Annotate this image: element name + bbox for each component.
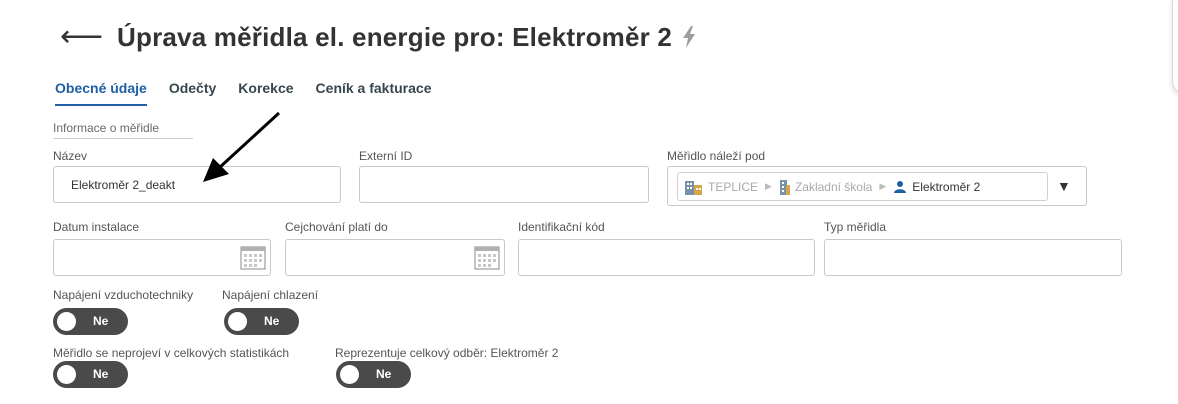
toggle-state: Ne <box>93 367 109 381</box>
cejchovani-input[interactable] <box>285 239 505 276</box>
tab-bar: Obecné údaje Odečty Korekce Ceník a fakt… <box>55 80 432 106</box>
toggle-knob <box>57 365 76 384</box>
napajeni-vzduchotechniky-toggle[interactable]: Ne <box>53 308 128 335</box>
nazev-value: Elektroměr 2_deakt <box>71 177 176 192</box>
breadcrumb-item-elektromer: Elektroměr 2 <box>912 179 981 194</box>
breadcrumb: TEPLICE ▶ Zakladní škola ▶ Elektroměr 2 <box>677 172 1048 201</box>
tab-cenik-fakturace[interactable]: Ceník a fakturace <box>316 80 432 106</box>
section-title: Informace o měřidle <box>53 121 193 139</box>
breadcrumb-item-teplice: TEPLICE <box>708 179 759 194</box>
napajeni-chlazeni-toggle[interactable]: Ne <box>224 308 299 335</box>
calendar-icon[interactable] <box>240 246 266 273</box>
napajeni-chlazeni-label: Napájení chlazení <box>222 288 319 302</box>
tab-odecty[interactable]: Odečty <box>169 80 216 106</box>
napajeni-vzduchotechniky-label: Napájení vzduchotechniky <box>53 288 194 302</box>
page-title: Úprava měřidla el. energie pro: Elektrom… <box>117 21 673 52</box>
annotation-arrow-icon <box>203 111 281 182</box>
neprojevi-statistiky-label: Měřidlo se neprojeví v celkových statist… <box>53 346 290 360</box>
identifikacni-kod-input[interactable] <box>518 239 815 276</box>
externi-id-label: Externí ID <box>359 149 413 163</box>
typ-meridla-input[interactable] <box>824 239 1122 276</box>
tab-korekce[interactable]: Korekce <box>238 80 293 106</box>
meridlo-nalezi-pod-label: Měřidlo náleží pod <box>667 149 766 163</box>
building-icon <box>684 179 704 195</box>
toggle-knob <box>340 365 359 384</box>
datum-instalace-input[interactable] <box>53 239 271 276</box>
user-icon <box>893 180 907 194</box>
tab-obecne-udaje[interactable]: Obecné údaje <box>55 80 147 106</box>
chevron-right-icon: ▶ <box>765 181 772 191</box>
chevron-right-icon: ▶ <box>879 181 887 191</box>
identifikacni-kod-label: Identifikační kód <box>518 220 605 234</box>
page-header: ⟵ Úprava měřidla el. energie pro: Elektr… <box>60 20 696 54</box>
arrow-left-icon[interactable]: ⟵ <box>60 22 103 52</box>
neprojevi-statistiky-toggle[interactable]: Ne <box>53 361 128 388</box>
chevron-down-icon[interactable]: ▼ <box>1057 178 1071 194</box>
side-panel-edge <box>1172 0 1178 95</box>
meridlo-nalezi-pod-select[interactable]: TEPLICE ▶ Zakladní škola ▶ Elektroměr 2 … <box>667 166 1087 206</box>
toggle-state: Ne <box>376 367 392 381</box>
nazev-label: Název <box>53 149 88 163</box>
bolt-icon <box>682 26 696 48</box>
cejchovani-label: Cejchování platí do <box>285 220 388 234</box>
reprezentuje-odber-label: Reprezentuje celkový odběr: Elektroměr 2 <box>335 346 559 360</box>
externi-id-input[interactable] <box>359 166 649 203</box>
datum-instalace-label: Datum instalace <box>53 220 140 234</box>
toggle-knob <box>228 312 247 331</box>
toggle-state: Ne <box>93 314 109 328</box>
typ-meridla-label: Typ měřidla <box>824 220 887 234</box>
reprezentuje-odber-toggle[interactable]: Ne <box>336 361 411 388</box>
toggle-state: Ne <box>264 314 280 328</box>
breadcrumb-item-skola: Zakladní škola <box>794 179 873 194</box>
building-icon <box>779 179 791 195</box>
toggle-knob <box>57 312 76 331</box>
calendar-icon[interactable] <box>474 246 500 273</box>
